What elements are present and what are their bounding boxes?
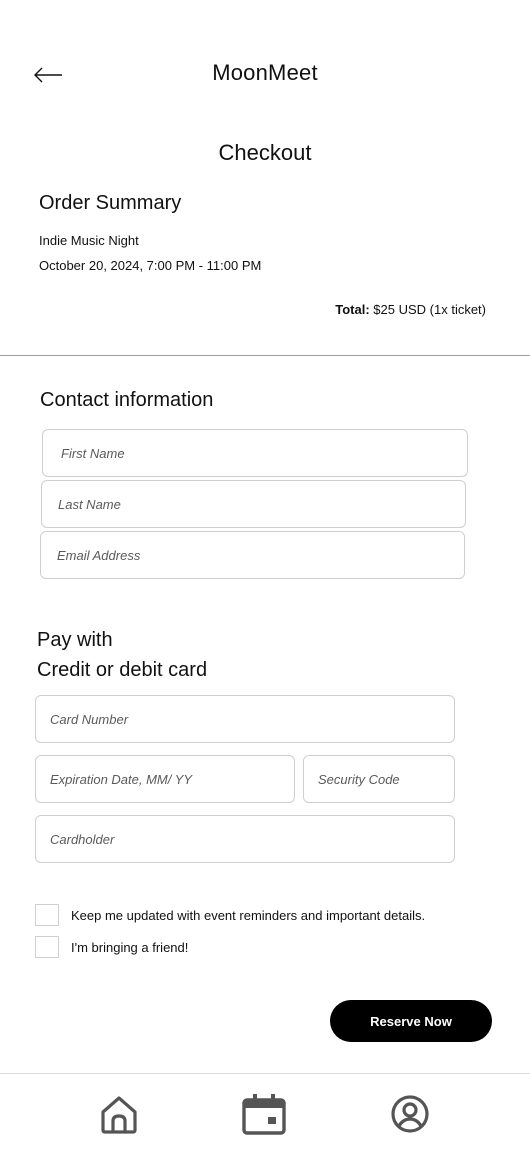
updates-option[interactable]: Keep me updated with event reminders and… xyxy=(35,904,425,926)
payment-heading-line1: Pay with xyxy=(37,629,113,651)
friend-option[interactable]: I'm bringing a friend! xyxy=(35,936,188,958)
friend-label: I'm bringing a friend! xyxy=(71,939,189,955)
reserve-now-button[interactable]: Reserve Now xyxy=(330,1000,492,1042)
order-summary-heading: Order Summary xyxy=(39,192,182,214)
expiration-date-field[interactable] xyxy=(35,755,295,803)
home-icon xyxy=(101,1096,137,1134)
order-total: Total: $25 USD (1x ticket) xyxy=(335,302,486,317)
page-title: Checkout xyxy=(218,140,312,165)
app-title: MoonMeet xyxy=(212,60,318,85)
security-code-field[interactable] xyxy=(303,755,455,803)
calendar-icon xyxy=(242,1094,286,1135)
contact-heading: Contact information xyxy=(40,389,214,411)
total-value: $25 USD (1x ticket) xyxy=(373,302,486,317)
updates-label: Keep me updated with event reminders and… xyxy=(71,907,426,923)
last-name-field[interactable] xyxy=(41,480,466,528)
total-label: Total: xyxy=(335,302,370,317)
section-divider xyxy=(0,355,530,356)
event-name: Indie Music Night xyxy=(39,233,139,248)
cardholder-field[interactable] xyxy=(35,815,455,863)
nav-profile[interactable] xyxy=(382,1086,438,1142)
email-field[interactable] xyxy=(40,531,465,579)
first-name-field[interactable] xyxy=(42,429,468,477)
card-number-field[interactable] xyxy=(35,695,455,743)
nav-events[interactable] xyxy=(236,1086,292,1142)
payment-heading-line2: Credit or debit card xyxy=(37,659,208,681)
friend-checkbox[interactable] xyxy=(35,936,59,958)
nav-home[interactable] xyxy=(91,1086,147,1142)
profile-icon xyxy=(391,1095,429,1133)
event-datetime: October 20, 2024, 7:00 PM - 11:00 PM xyxy=(39,258,262,273)
updates-checkbox[interactable] xyxy=(35,904,59,926)
bottom-nav-divider xyxy=(0,1073,530,1074)
payment-heading: Pay with Credit or debit card xyxy=(37,625,207,685)
